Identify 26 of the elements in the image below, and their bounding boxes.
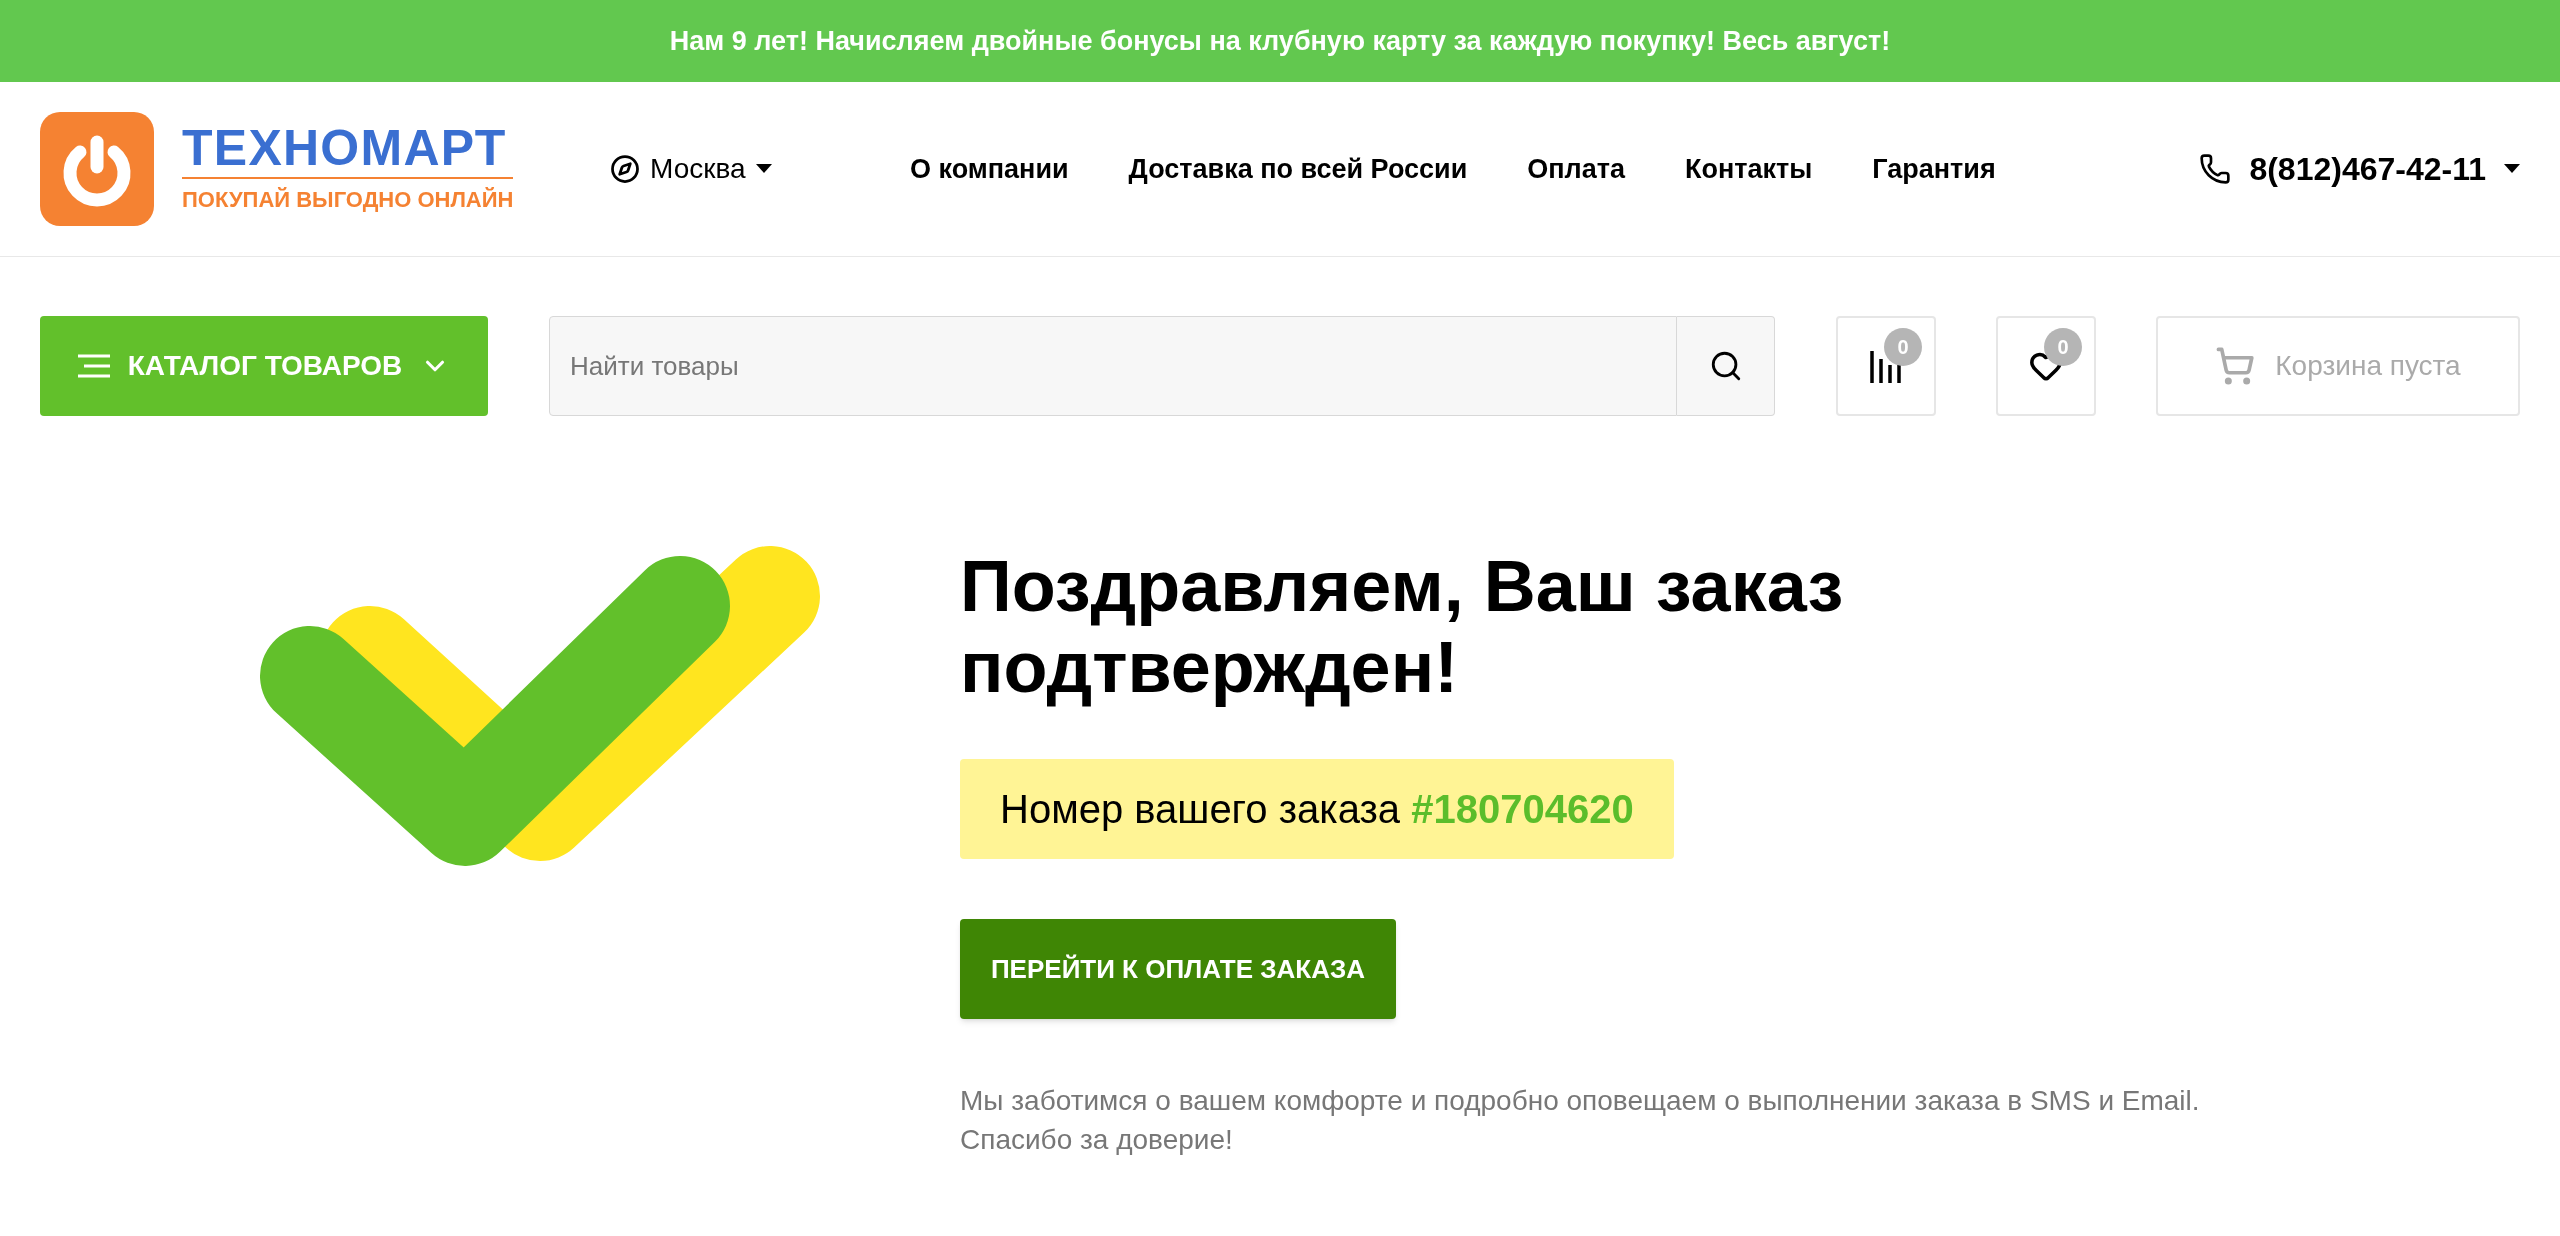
phone-selector[interactable]: 8(812)467-42-11 — [2199, 145, 2520, 193]
nav-link[interactable]: Доставка по всей России — [1128, 148, 1468, 190]
phone-icon — [2199, 153, 2232, 185]
nav-link[interactable]: О компании — [910, 148, 1069, 190]
compare-count-badge: 0 — [1884, 328, 1922, 366]
notification-note: Мы заботимся о вашем комфорте и подробно оповещаем о выполнении заказа в SMS и Email. Спасибо за доверие! — [960, 1084, 2200, 1158]
power-logo-icon — [40, 112, 154, 226]
caret-icon — [2504, 164, 2520, 174]
compass-icon — [610, 154, 640, 184]
cart-icon — [2215, 346, 2256, 386]
logo[interactable]: ТЕХНОМАРТ ПОКУПАЙ ВЫГОДНО ОНЛАЙН — [40, 112, 610, 226]
menu-icon — [77, 354, 110, 378]
caret-icon — [755, 164, 772, 174]
pay-order-button[interactable]: ПЕРЕЙТИ К ОПЛАТЕ ЗАКАЗА — [960, 919, 1396, 1020]
search-field[interactable]: Найти товары — [549, 316, 1677, 416]
logo-tagline: ПОКУПАЙ ВЫГОДНО ОНЛАЙН — [182, 185, 514, 214]
search-button[interactable] — [1677, 316, 1775, 416]
promo-text: Нам 9 лет! Начисляем двойные бонусы на клубную карту за каждую покупку! Весь август! — [669, 24, 1891, 58]
favorites-count-badge: 0 — [2044, 328, 2082, 366]
nav-link[interactable]: Оплата — [1527, 148, 1625, 190]
city-selector[interactable]: Москва — [610, 148, 910, 190]
nav-link[interactable]: Гарантия — [1872, 148, 1996, 190]
confirmation-heading: Поздравляем, Ваш заказ подтвержден! — [960, 546, 1845, 708]
logo-title: ТЕХНОМАРТ — [182, 122, 514, 179]
order-number: Номер вашего заказа #180704620 — [960, 759, 1674, 860]
nav-link[interactable]: Контакты — [1685, 148, 1813, 190]
